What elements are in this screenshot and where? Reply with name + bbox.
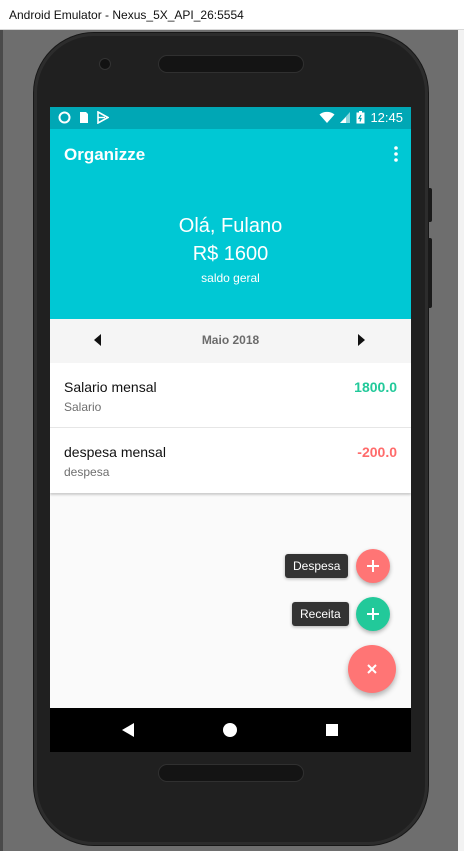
transaction-list: Salario mensal Salario 1800.0 despesa me… [50,363,411,493]
plus-icon [367,560,379,572]
cell-signal-icon [340,112,351,123]
transaction-category: despesa [64,465,110,479]
add-income-button[interactable] [356,597,390,631]
transaction-title: despesa mensal [64,444,166,460]
transaction-category: Salario [64,400,102,414]
wifi-icon [319,111,335,123]
balance-label: saldo geral [201,271,260,285]
bottom-speaker [158,764,304,782]
overflow-menu-icon[interactable] [393,146,399,162]
front-camera [99,58,111,70]
add-income-label[interactable]: Receita [292,602,349,626]
app-title: Organizze [64,145,146,164]
fab-menu-toggle-button[interactable] [348,645,396,693]
month-label: Maio 2018 [201,333,260,347]
window-title: Android Emulator - Nexus_5X_API_26:5554 [9,8,244,22]
play-store-icon [97,111,109,124]
window-titlebar[interactable]: Android Emulator - Nexus_5X_API_26:5554 [0,0,464,30]
balance-value: R$ 1600 [192,243,269,265]
status-time: 12:45 [370,110,403,125]
desktop-edge-left [0,30,3,851]
list-item[interactable]: despesa mensal despesa -200.0 [50,428,411,492]
app-bar: Organizze Olá, Fulano R$ 1600 saldo gera… [50,129,411,319]
transaction-title: Salario mensal [64,379,157,395]
sync-icon [58,111,71,124]
plus-icon [367,608,379,620]
month-selector: Maio 2018 [50,319,411,363]
list-item[interactable]: Salario mensal Salario 1800.0 [50,363,411,428]
recent-apps-icon[interactable] [326,724,338,736]
close-icon [367,664,377,674]
system-nav-bar [50,708,411,752]
add-expense-button[interactable] [356,549,390,583]
transaction-value: 1800.0 [354,379,397,395]
greeting-text: Olá, Fulano [178,215,283,237]
desktop-edge-right [458,30,464,851]
status-bar: 12:45 [50,107,411,129]
volume-button[interactable] [428,238,432,308]
battery-icon [356,111,365,124]
top-speaker [158,55,304,73]
home-icon[interactable] [223,723,237,737]
power-button[interactable] [428,188,432,222]
next-month-icon[interactable] [358,334,365,346]
sd-card-icon [80,112,88,123]
app-screen: 12:45 Organizze Olá, Fulano R$ 1600 sald… [50,107,411,723]
back-icon[interactable] [122,723,134,737]
transaction-value: -200.0 [357,444,397,460]
add-expense-label[interactable]: Despesa [285,554,349,578]
